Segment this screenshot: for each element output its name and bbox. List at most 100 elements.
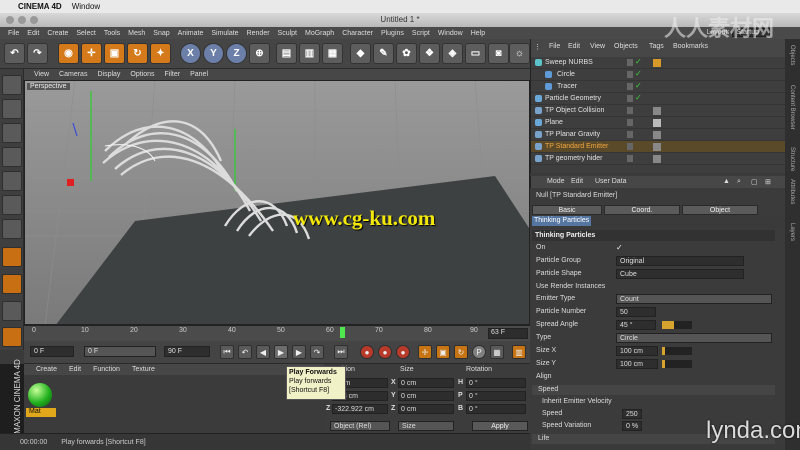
particle-number-field[interactable]: 50 bbox=[616, 307, 656, 317]
goto-end-icon[interactable]: ⏭ bbox=[334, 345, 348, 359]
viewport-menu-cameras[interactable]: Cameras bbox=[59, 71, 87, 78]
enabled-check[interactable]: ✓ bbox=[635, 57, 642, 66]
material-menu-texture[interactable]: Texture bbox=[132, 366, 155, 373]
xpresso-tag-icon[interactable] bbox=[653, 155, 661, 163]
live-selection-icon[interactable]: ◉ bbox=[58, 43, 79, 64]
edges-mode-icon[interactable] bbox=[2, 195, 22, 215]
menu-mesh[interactable]: Mesh bbox=[128, 30, 145, 37]
new-panel-icon[interactable]: ⊞ bbox=[765, 178, 771, 186]
side-tab-structure[interactable]: Structure bbox=[789, 147, 795, 171]
mac-app-name[interactable]: CINEMA 4D bbox=[18, 2, 62, 11]
object-menu-objects[interactable]: Objects bbox=[614, 43, 638, 50]
enabled-check[interactable]: ✓ bbox=[635, 93, 642, 102]
tab-basic[interactable]: Basic bbox=[532, 205, 602, 215]
object-menu-edit[interactable]: Edit bbox=[568, 43, 580, 50]
autokey-icon[interactable]: ● bbox=[378, 345, 392, 359]
tab-thinking-particles[interactable]: Thinking Particles bbox=[532, 216, 592, 226]
particle-group-field[interactable]: Original bbox=[616, 256, 744, 266]
apply-button[interactable]: Apply bbox=[472, 421, 528, 431]
visibility-dots[interactable] bbox=[627, 59, 633, 66]
camera-icon[interactable]: ◙ bbox=[488, 43, 509, 64]
object-menu-view[interactable]: View bbox=[590, 43, 605, 50]
size-y-slider-track[interactable] bbox=[662, 360, 692, 368]
coordinate-system-icon[interactable]: ⊕ bbox=[249, 43, 270, 64]
end-frame-field[interactable]: 90 F bbox=[164, 346, 210, 357]
rotation-key-icon[interactable]: ↻ bbox=[454, 345, 468, 359]
tag-icon[interactable] bbox=[653, 59, 661, 67]
model-mode-icon[interactable] bbox=[2, 99, 22, 119]
side-tab-objects[interactable]: Objects bbox=[789, 45, 795, 65]
object-menu-bookmarks[interactable]: Bookmarks bbox=[673, 43, 708, 50]
speed-variation-field[interactable]: 0 % bbox=[622, 421, 642, 431]
render-settings-icon[interactable]: ▦ bbox=[322, 43, 343, 64]
playhead-marker[interactable] bbox=[340, 327, 345, 338]
menu-character[interactable]: Character bbox=[342, 30, 373, 37]
next-key-icon[interactable]: ↷ bbox=[310, 345, 324, 359]
point-level-icon[interactable]: ▦ bbox=[490, 345, 504, 359]
rot-p-field[interactable]: 0 ° bbox=[466, 391, 526, 401]
redo-icon[interactable]: ↷ bbox=[27, 43, 48, 64]
material-menu-create[interactable]: Create bbox=[36, 366, 57, 373]
menu-select[interactable]: Select bbox=[76, 30, 95, 37]
attr-menu-mode[interactable]: Mode bbox=[547, 178, 565, 185]
material-menu-edit[interactable]: Edit bbox=[69, 366, 81, 373]
menu-edit[interactable]: Edit bbox=[27, 30, 39, 37]
search-icon[interactable]: ⌕ bbox=[737, 178, 741, 186]
xpresso-tag-icon[interactable] bbox=[653, 143, 661, 151]
material-menu-function[interactable]: Function bbox=[93, 366, 120, 373]
lock-icon[interactable]: ▢ bbox=[751, 178, 758, 186]
viewport-menu-display[interactable]: Display bbox=[97, 71, 120, 78]
render-picture-viewer-icon[interactable]: ▥ bbox=[299, 43, 320, 64]
next-frame-icon[interactable]: ▶ bbox=[292, 345, 306, 359]
menu-animate[interactable]: Animate bbox=[178, 30, 204, 37]
visibility-dots[interactable] bbox=[627, 107, 633, 114]
viewport-menu-options[interactable]: Options bbox=[130, 71, 154, 78]
polygons-mode-icon[interactable] bbox=[2, 219, 22, 239]
coords-mode-dropdown[interactable]: Object (Rel) bbox=[330, 421, 390, 431]
undo-icon[interactable]: ↶ bbox=[4, 43, 25, 64]
timeline-window-icon[interactable]: ▥ bbox=[512, 345, 526, 359]
menu-tools[interactable]: Tools bbox=[104, 30, 120, 37]
xpresso-tag-icon[interactable] bbox=[653, 107, 661, 115]
scale-tool-icon[interactable]: ▣ bbox=[104, 43, 125, 64]
particle-shape-field[interactable]: Cube bbox=[616, 269, 744, 279]
menu-help[interactable]: Help bbox=[471, 30, 485, 37]
render-view-icon[interactable]: ▤ bbox=[276, 43, 297, 64]
side-tab-content-browser[interactable]: Content Browser bbox=[789, 85, 795, 130]
snap-icon[interactable] bbox=[2, 274, 22, 294]
mac-menu-window[interactable]: Window bbox=[72, 2, 100, 11]
size-x-field[interactable]: 0 cm bbox=[398, 378, 454, 388]
texture-mode-icon[interactable] bbox=[2, 123, 22, 143]
menu-window[interactable]: Window bbox=[438, 30, 463, 37]
tab-object[interactable]: Object bbox=[682, 205, 758, 215]
size-x-slider-track[interactable] bbox=[662, 347, 692, 355]
visibility-dots[interactable] bbox=[627, 119, 633, 126]
position-key-icon[interactable]: ✛ bbox=[418, 345, 432, 359]
object-row-particle-geometry[interactable]: Particle Geometry ✓ bbox=[531, 93, 786, 105]
workplane-icon[interactable] bbox=[2, 147, 22, 167]
z-axis-lock-button[interactable]: Z bbox=[226, 43, 247, 64]
object-row-tracer[interactable]: Tracer ✓ bbox=[531, 81, 786, 93]
axis-mode-icon[interactable] bbox=[2, 247, 22, 267]
goto-start-icon[interactable]: ⏮ bbox=[220, 345, 234, 359]
rot-h-field[interactable]: 0 ° bbox=[466, 378, 526, 388]
menu-plugins[interactable]: Plugins bbox=[381, 30, 404, 37]
size-x-field[interactable]: 100 cm bbox=[616, 346, 658, 356]
viewport-menu-filter[interactable]: Filter bbox=[165, 71, 181, 78]
pen-spline-icon[interactable]: ✎ bbox=[373, 43, 394, 64]
preview-range-slider[interactable]: 0 F bbox=[84, 346, 156, 357]
solo-icon[interactable] bbox=[2, 327, 22, 347]
object-row-sweep-nurbs[interactable]: Sweep NURBS ✓ bbox=[531, 57, 786, 69]
prev-frame-icon[interactable]: ◀ bbox=[256, 345, 270, 359]
z-axis-handle[interactable] bbox=[72, 122, 78, 137]
x-axis-handle[interactable] bbox=[67, 179, 74, 186]
menu-script[interactable]: Script bbox=[412, 30, 430, 37]
play-forward-icon[interactable]: ▶ bbox=[274, 345, 288, 359]
perspective-viewport[interactable]: Perspective www.cg-ku.com bbox=[24, 80, 530, 325]
side-tab-attributes[interactable]: Attributes bbox=[789, 179, 795, 204]
prev-key-icon[interactable]: ↶ bbox=[238, 345, 252, 359]
xpresso-tag-icon[interactable] bbox=[653, 131, 661, 139]
pos-z-field[interactable]: -322.922 cm bbox=[332, 404, 388, 414]
visibility-dots[interactable] bbox=[627, 95, 633, 102]
side-tab-layers[interactable]: Layers bbox=[789, 223, 795, 241]
